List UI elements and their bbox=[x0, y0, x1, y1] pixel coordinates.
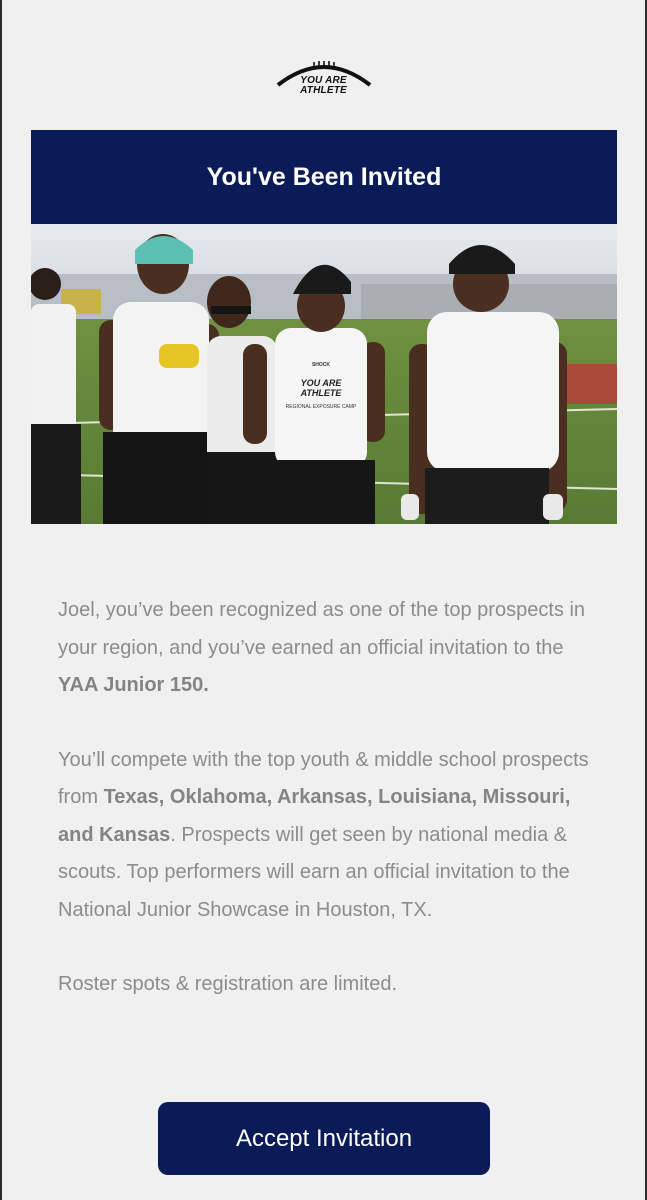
logo-line-2: ATHLETE bbox=[300, 85, 347, 96]
email-frame: YOU ARE ATHLETE You've Been Invited YOU … bbox=[0, 0, 647, 1200]
hero-photo: YOU ARE ATHLETE REGIONAL EXPOSURE CAMP S… bbox=[31, 224, 617, 524]
invitation-body: Joel, you’ve been recognized as one of t… bbox=[58, 592, 598, 1041]
body-p1-text: Joel, you’ve been recognized as one of t… bbox=[58, 599, 586, 659]
body-paragraph-2: You’ll compete with the top youth & midd… bbox=[58, 742, 598, 930]
shirt-logo-line-2: ATHLETE bbox=[300, 388, 343, 398]
accept-invitation-label: Accept Invitation bbox=[235, 1124, 413, 1152]
page-title: You've Been Invited bbox=[206, 162, 442, 191]
shirt-caption: REGIONAL EXPOSURE CAMP bbox=[286, 404, 357, 410]
body-paragraph-1: Joel, you’ve been recognized as one of t… bbox=[58, 592, 598, 705]
accept-invitation-button[interactable]: Accept Invitation bbox=[158, 1102, 490, 1175]
invite-header-bar: You've Been Invited bbox=[31, 130, 617, 224]
body-paragraph-3: Roster spots & registration are limited. bbox=[58, 973, 398, 995]
event-name: YAA Junior 150. bbox=[58, 674, 209, 696]
logo-header: YOU ARE ATHLETE bbox=[2, 55, 645, 101]
shirt-logo-line-1: YOU ARE bbox=[301, 378, 343, 388]
you-are-athlete-logo: YOU ARE ATHLETE bbox=[274, 55, 374, 101]
athletes-illustration: YOU ARE ATHLETE REGIONAL EXPOSURE CAMP S… bbox=[31, 224, 617, 524]
shirt-brand: SHOCK bbox=[312, 362, 330, 368]
